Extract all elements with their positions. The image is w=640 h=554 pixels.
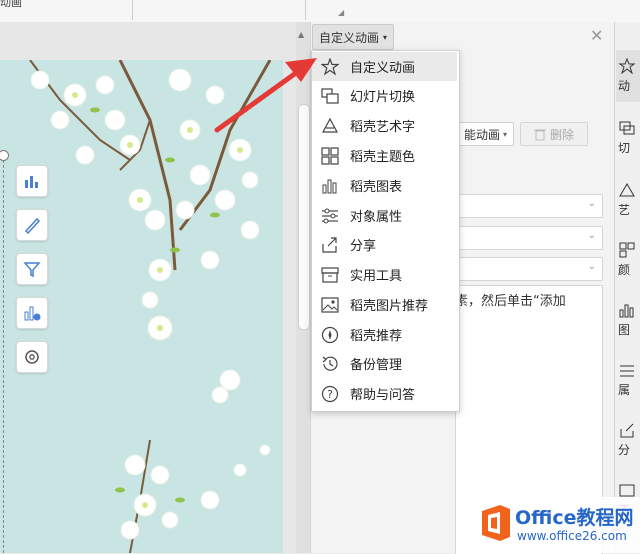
sidebar-item-transition[interactable]: 切 (618, 120, 640, 156)
toolbar-divider (305, 0, 306, 20)
sidebar-item-label: 颜 (618, 263, 631, 277)
menu-item-tools[interactable]: 实用工具 (312, 260, 457, 289)
sidebar-item-label: 动 (618, 79, 631, 93)
menu-item-custom-animation[interactable]: 自定义动画 (312, 52, 457, 81)
share-icon (320, 235, 340, 255)
settings-tool-button[interactable] (16, 341, 48, 373)
sidebar-item-label: 图 (618, 323, 631, 337)
object-properties-icon (320, 206, 340, 226)
animation-hint-text: 素，然后单击“添加 (455, 294, 566, 309)
sidebar-item-label: 属 (618, 383, 631, 397)
sidebar-item-chart[interactable]: 图 (618, 302, 640, 338)
theme-color-icon (320, 146, 340, 166)
tools-icon (619, 484, 635, 497)
brush-tool-button[interactable] (16, 209, 48, 241)
color-icon (619, 242, 635, 258)
scroll-up-icon[interactable]: ▲ (298, 30, 304, 39)
svg-text:?: ? (327, 388, 333, 401)
toolbar-expand-icon[interactable]: ◢ (338, 8, 344, 17)
chevron-down-icon: ⌄ (587, 261, 596, 272)
settings-icon (25, 350, 39, 364)
menu-item-label: 分享 (350, 239, 377, 254)
transition-icon (619, 121, 635, 135)
menu-item-image-recommend[interactable]: 稻壳图片推荐 (312, 290, 457, 319)
top-toolbar: 动画 ◢ (0, 0, 640, 23)
menu-item-label: 备份管理 (350, 358, 403, 373)
menu-item-recommend[interactable]: 稻壳推荐 (312, 320, 457, 349)
menu-item-object-properties[interactable]: 对象属性 (312, 201, 457, 230)
delete-button[interactable]: 删除 (520, 122, 588, 146)
red-arrow-annotation (214, 58, 317, 133)
menu-item-label: 实用工具 (350, 269, 403, 284)
sidebar-item-share[interactable]: 分 (618, 422, 640, 458)
chart-add-icon (24, 306, 41, 321)
selection-outline (3, 155, 10, 553)
sidebar-item-label: 分 (618, 443, 631, 457)
filter-tool-button[interactable] (16, 253, 48, 285)
chart-icon (25, 176, 38, 188)
share-icon (620, 423, 634, 438)
menu-item-chart[interactable]: 稻壳图表 (312, 171, 457, 200)
image-icon (320, 295, 340, 315)
delete-label: 删除 (549, 127, 574, 142)
menu-item-label: 稻壳主题色 (350, 150, 416, 165)
office-logo-icon (482, 505, 510, 541)
menu-item-label: 稻壳推荐 (350, 329, 403, 344)
chevron-down-icon: ▾ (383, 32, 388, 42)
chart-tool-button[interactable] (16, 165, 48, 197)
chevron-down-icon: ⌄ (587, 230, 596, 241)
art-text-icon (619, 183, 635, 197)
menu-item-share[interactable]: 分享 (312, 230, 457, 259)
toolbar-divider (132, 0, 133, 20)
sidebar-item-properties[interactable]: 属 (618, 362, 640, 398)
menu-item-help[interactable]: ? 帮助与问答 (312, 379, 457, 408)
trash-icon (533, 129, 546, 140)
menu-item-label: 幻灯片切换 (350, 90, 416, 105)
close-icon[interactable]: ✕ (590, 26, 603, 45)
menu-item-slide-transition[interactable]: 幻灯片切换 (312, 81, 457, 110)
help-icon: ? (320, 384, 340, 404)
chart-icon (619, 304, 634, 318)
sidebar-item-label: 艺 (618, 203, 631, 217)
recommend-icon (320, 325, 340, 345)
menu-item-label: 稻壳艺术字 (350, 120, 416, 135)
tools-icon (320, 265, 340, 285)
menu-item-label: 稻壳图片推荐 (350, 299, 429, 314)
watermark-url: www.office26.com (517, 529, 627, 543)
animation-icon (618, 57, 636, 75)
menu-item-label: 对象属性 (350, 210, 403, 225)
sidebar-item-label: 切 (618, 141, 631, 155)
sidebar-item-theme-color[interactable]: 颜 (618, 242, 640, 278)
pane-switcher-dropdown[interactable]: 自定义动画 ▾ (312, 24, 395, 50)
properties-icon (620, 365, 634, 377)
sidebar-item-animation[interactable]: 动 (618, 57, 640, 94)
menu-item-label: 自定义动画 (350, 61, 416, 76)
property-select[interactable]: ⌄ (455, 226, 603, 250)
toolbar-label: 动画 (0, 0, 22, 9)
start-select[interactable]: ⌄ (455, 194, 603, 218)
backup-icon (320, 354, 340, 374)
watermark-title: Office教程网 (515, 507, 634, 529)
menu-item-backup[interactable]: 备份管理 (312, 349, 457, 378)
menu-item-theme-color[interactable]: 稻壳主题色 (312, 141, 457, 170)
chart-add-tool-button[interactable] (16, 297, 48, 329)
smart-animation-label: 能动画 (463, 127, 500, 142)
menu-item-art-text[interactable]: 稻壳艺术字 (312, 111, 457, 140)
menu-item-label: 帮助与问答 (350, 388, 416, 403)
pane-switcher-label: 自定义动画 (319, 30, 380, 45)
filter-icon (23, 262, 41, 278)
chart-icon (320, 176, 340, 196)
sidebar-item-art-text[interactable]: 艺 (618, 182, 640, 218)
chevron-down-icon: ▾ (502, 129, 507, 139)
menu-item-label: 稻壳图表 (350, 180, 403, 195)
chevron-down-icon: ⌄ (587, 198, 596, 209)
speed-select[interactable]: ⌄ (455, 257, 603, 281)
brush-icon (24, 217, 41, 234)
